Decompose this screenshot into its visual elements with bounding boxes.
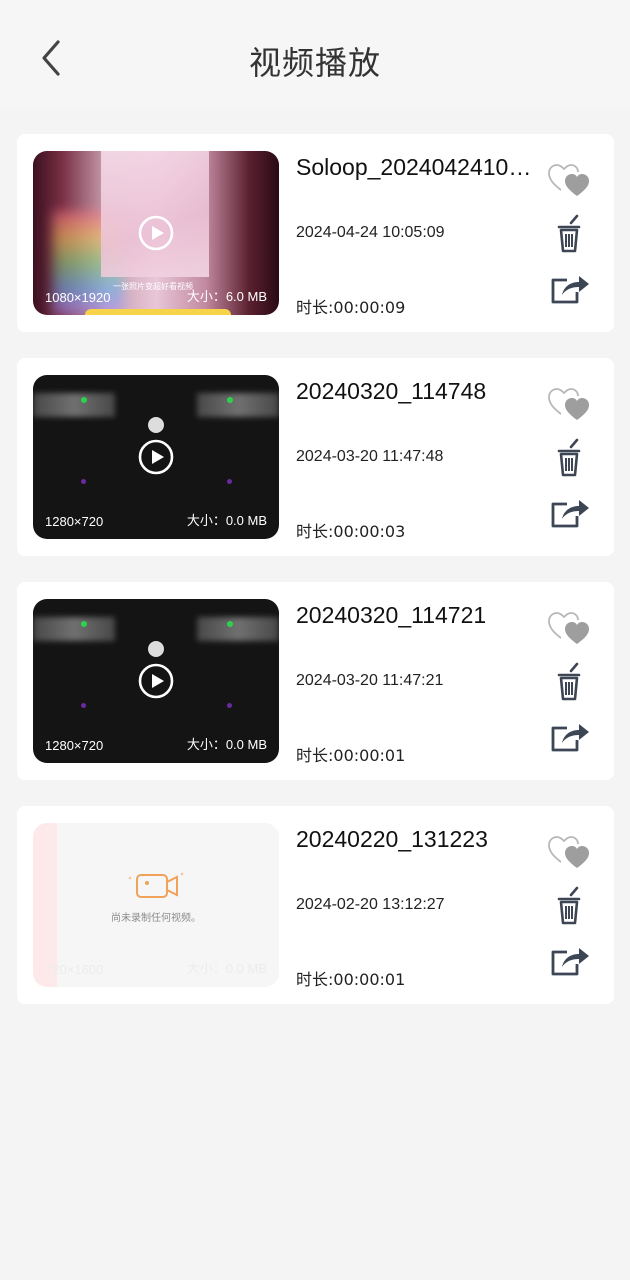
thumbnail-image: [197, 617, 279, 641]
video-size: 大小：6.0 MB: [186, 289, 267, 304]
thumbnail-dot: [81, 703, 86, 708]
trash-icon: [557, 662, 581, 701]
delete-button[interactable]: [547, 886, 591, 926]
delete-button[interactable]: [547, 438, 591, 478]
thumbnail-image: [148, 417, 164, 433]
video-size: 大小：0.0 MB: [186, 513, 267, 528]
play-icon: [138, 215, 174, 251]
video-name: 20240320_114721: [296, 602, 487, 628]
thumbnail-image: [101, 151, 209, 277]
heart-icon: [548, 388, 589, 420]
video-resolution: 1280×720: [45, 738, 104, 753]
trash-icon: [557, 438, 581, 477]
video-duration: 时长:00:00:01: [296, 746, 406, 765]
thumbnail-dot: [227, 621, 233, 627]
favorite-button[interactable]: [547, 608, 591, 648]
thumbnail-image: [148, 641, 164, 657]
trash-icon: [557, 214, 581, 253]
video-name: Soloop_2024042410050…: [296, 154, 536, 180]
video-resolution: 720×1600: [45, 962, 104, 977]
favorite-button[interactable]: [547, 384, 591, 424]
thumbnail-dot: [227, 397, 233, 403]
share-button[interactable]: [547, 940, 591, 980]
share-icon: [551, 500, 589, 528]
trash-icon: [557, 886, 581, 925]
thumbnail-image: [33, 393, 115, 417]
video-card: 1280×720 大小：0.0 MB 20240320_114748 2024-…: [17, 358, 614, 556]
video-card: 尚未录制任何视频。 720×1600 大小：0.0 MB 20240220_13…: [17, 806, 614, 1004]
thumbnail-image: [33, 617, 115, 641]
video-thumbnail[interactable]: 尚未录制任何视频。 720×1600 大小：0.0 MB: [33, 823, 279, 987]
favorite-button[interactable]: [547, 832, 591, 872]
thumbnail-dot: [81, 479, 86, 484]
page-title: 视频播放: [248, 44, 381, 82]
video-date: 2024-02-20 13:12:27: [296, 896, 445, 913]
video-date: 2024-04-24 10:05:09: [296, 224, 445, 241]
video-date: 2024-03-20 11:47:21: [296, 672, 444, 689]
delete-button[interactable]: [547, 662, 591, 702]
camera-icon: [128, 872, 184, 898]
video-duration: 时长:00:00:01: [296, 970, 406, 989]
heart-icon: [548, 836, 589, 868]
video-thumbnail[interactable]: 1280×720 大小：0.0 MB: [33, 375, 279, 539]
video-thumbnail[interactable]: 一张照片变超好看视频 1080×1920 大小：6.0 MB: [33, 151, 279, 315]
empty-message: 尚未录制任何视频。: [111, 913, 201, 924]
video-resolution: 1280×720: [45, 514, 104, 529]
video-duration: 时长:00:00:03: [296, 522, 406, 541]
video-card: 一张照片变超好看视频 1080×1920 大小：6.0 MB Soloop_20…: [17, 134, 614, 332]
play-icon: [138, 663, 174, 699]
video-size: 大小：0.0 MB: [186, 737, 267, 752]
video-card: 1280×720 大小：0.0 MB 20240320_114721 2024-…: [17, 582, 614, 780]
thumbnail-dot: [81, 621, 87, 627]
video-duration: 时长:00:00:09: [296, 298, 406, 317]
thumbnail-banner: [85, 309, 231, 315]
play-icon: [138, 439, 174, 475]
share-icon: [551, 948, 589, 976]
video-size: 大小：0.0 MB: [186, 961, 267, 976]
heart-icon: [548, 612, 589, 644]
heart-icon: [548, 164, 589, 196]
share-icon: [551, 276, 589, 304]
video-name: 20240320_114748: [296, 378, 487, 404]
thumbnail-dot: [227, 479, 232, 484]
video-date: 2024-03-20 11:47:48: [296, 448, 444, 465]
video-name: 20240220_131223: [296, 826, 488, 852]
thumbnail-dot: [81, 397, 87, 403]
favorite-button[interactable]: [547, 160, 591, 200]
thumbnail-dot: [227, 703, 232, 708]
share-button[interactable]: [547, 268, 591, 308]
thumbnail-image: [197, 393, 279, 417]
video-resolution: 1080×1920: [45, 290, 111, 305]
delete-button[interactable]: [547, 214, 591, 254]
share-button[interactable]: [547, 716, 591, 756]
app-header: 视频播放: [0, 0, 630, 108]
share-button[interactable]: [547, 492, 591, 532]
share-icon: [551, 724, 589, 752]
video-thumbnail[interactable]: 1280×720 大小：0.0 MB: [33, 599, 279, 763]
